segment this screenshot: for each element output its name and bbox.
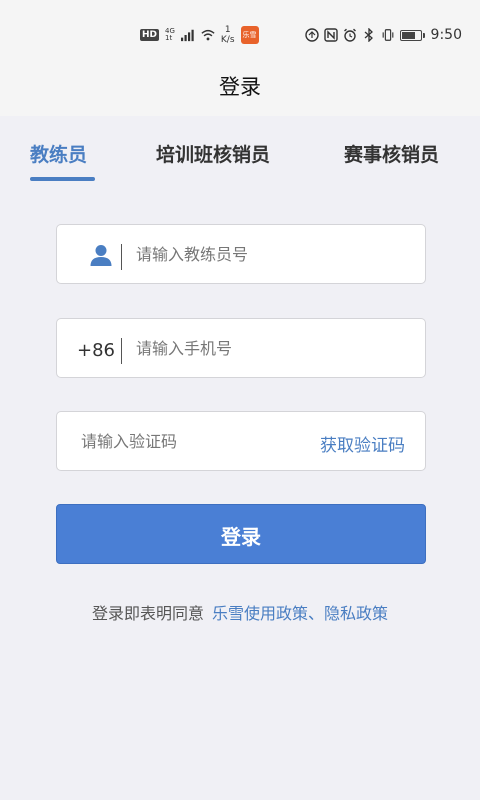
policy-links[interactable]: 乐雪使用政策、隐私政策 <box>212 604 388 623</box>
network-type: 4G 1t <box>165 28 175 42</box>
agreement-text: 登录即表明同意 <box>91 604 204 623</box>
status-center-group: HD 4G 1t 1 K/s 乐雪 <box>140 24 259 46</box>
field-divider <box>121 244 122 270</box>
battery-icon <box>399 29 425 41</box>
get-code-button[interactable]: 获取验证码 <box>320 412 405 472</box>
active-tab-indicator <box>30 177 95 181</box>
user-icon <box>89 243 113 267</box>
header: 登录 <box>0 62 480 116</box>
wifi-icon <box>201 28 215 42</box>
network-speed-unit: K/s <box>220 35 235 45</box>
nfc-icon <box>323 28 338 42</box>
tab-coach[interactable]: 教练员 <box>30 140 87 167</box>
field-divider <box>121 338 122 364</box>
vibrate-icon <box>381 28 395 42</box>
app-notification-icon: 乐雪 <box>240 26 259 44</box>
coach-id-input[interactable] <box>134 225 408 283</box>
battery-level <box>401 31 416 39</box>
agreement-notice: 登录即表明同意 乐雪使用政策、隐私政策 <box>0 600 480 624</box>
verification-code-input[interactable] <box>79 412 283 470</box>
network-speed-value: 1 <box>224 25 231 35</box>
status-bar: HD 4G 1t 1 K/s 乐雪 9:50 <box>0 0 480 62</box>
coach-id-field <box>56 224 426 284</box>
bluetooth-icon <box>362 28 376 42</box>
network-speed: 1 K/s <box>221 25 235 45</box>
page-title: 登录 <box>219 75 261 99</box>
country-code-prefix: +86 <box>77 340 115 361</box>
clock: 9:50 <box>430 27 462 43</box>
tab-event-verifier[interactable]: 赛事核销员 <box>344 140 439 167</box>
data-saver-icon <box>304 28 319 42</box>
signal-icon <box>180 28 195 42</box>
phone-input[interactable] <box>134 319 408 377</box>
tab-training-verifier[interactable]: 培训班核销员 <box>156 140 270 167</box>
alarm-icon <box>343 28 357 42</box>
status-right-group: 9:50 <box>304 24 462 46</box>
role-tabs: 教练员 培训班核销员 赛事核销员 <box>0 116 480 186</box>
verification-code-field: 获取验证码 <box>56 411 426 471</box>
hd-badge: HD <box>140 29 160 41</box>
phone-field: +86 <box>56 318 426 378</box>
network-type-bottom: 1t <box>165 34 173 42</box>
login-button[interactable]: 登录 <box>56 504 426 564</box>
